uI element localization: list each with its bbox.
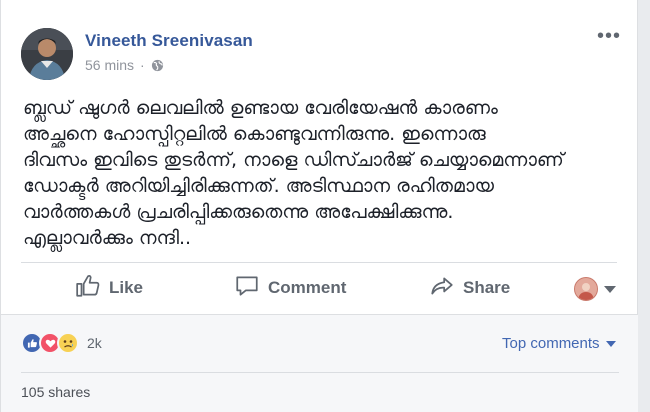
chevron-down-icon	[604, 285, 616, 293]
globe-icon[interactable]	[151, 59, 164, 72]
post-footer: 2k Top comments 105 shares	[1, 314, 639, 412]
post-options-button[interactable]: •••	[597, 26, 621, 46]
post-text-line: ബ്ലഡ് ഷുഗർ ലെവലിൽ ഉണ്ടായ വേരിയേഷൻ കാരണം	[23, 97, 498, 119]
post-timestamp[interactable]: 56 mins	[85, 57, 134, 73]
comment-label: Comment	[268, 278, 347, 297]
page-background	[638, 0, 650, 412]
post-as-selector[interactable]	[574, 277, 616, 301]
sad-reaction-icon	[57, 332, 79, 354]
author-avatar[interactable]	[21, 28, 73, 80]
action-bar: Like Comment Share	[21, 263, 619, 313]
share-arrow-icon	[429, 273, 455, 304]
reaction-count[interactable]: 2k	[87, 335, 102, 351]
comment-button[interactable]: Comment	[234, 273, 346, 304]
chevron-down-icon	[605, 340, 616, 347]
reactions-summary[interactable]: 2k	[21, 332, 102, 354]
post-text-line: അച്ഛനെ ഹോസ്പിറ്റലിൽ കൊണ്ടുവന്നിരുന്നു. ഇ…	[23, 123, 486, 145]
comment-sort-dropdown[interactable]: Top comments	[502, 335, 616, 352]
thumbs-up-icon	[75, 273, 101, 304]
meta-separator: ·	[140, 57, 145, 73]
post-text-line: വാർത്തകൾ പ്രചരിപ്പിക്കരുതെന്നു അപേക്ഷിക്…	[23, 201, 454, 223]
post-card: Vineeth Sreenivasan 56 mins · ••• ബ്ലഡ് …	[0, 0, 639, 412]
post-meta: 56 mins ·	[85, 57, 164, 73]
author-name-link[interactable]: Vineeth Sreenivasan	[85, 31, 253, 51]
post-text-line: ദിവസം ഇവിടെ തുടർന്ന്, നാളെ ഡിസ്ചാർജ് ചെയ…	[23, 149, 564, 171]
post-text: ബ്ലഡ് ഷുഗർ ലെവലിൽ ഉണ്ടായ വേരിയേഷൻ കാരണം …	[23, 95, 613, 251]
comment-bubble-icon	[234, 273, 260, 304]
divider	[21, 372, 619, 373]
post-text-line: ഡോക്ടർ അറിയിച്ചിരിക്കുന്നത്. അടിസ്ഥാന രഹ…	[23, 175, 494, 197]
like-label: Like	[109, 278, 144, 297]
share-label: Share	[463, 278, 511, 297]
post-text-line: എല്ലാവർക്കും നന്ദി..	[23, 227, 192, 249]
share-button[interactable]: Share	[429, 273, 510, 304]
comment-sort-label: Top comments	[502, 335, 600, 352]
user-mini-avatar	[574, 277, 598, 301]
shares-count-link[interactable]: 105 shares	[21, 384, 90, 400]
like-button[interactable]: Like	[75, 273, 143, 304]
